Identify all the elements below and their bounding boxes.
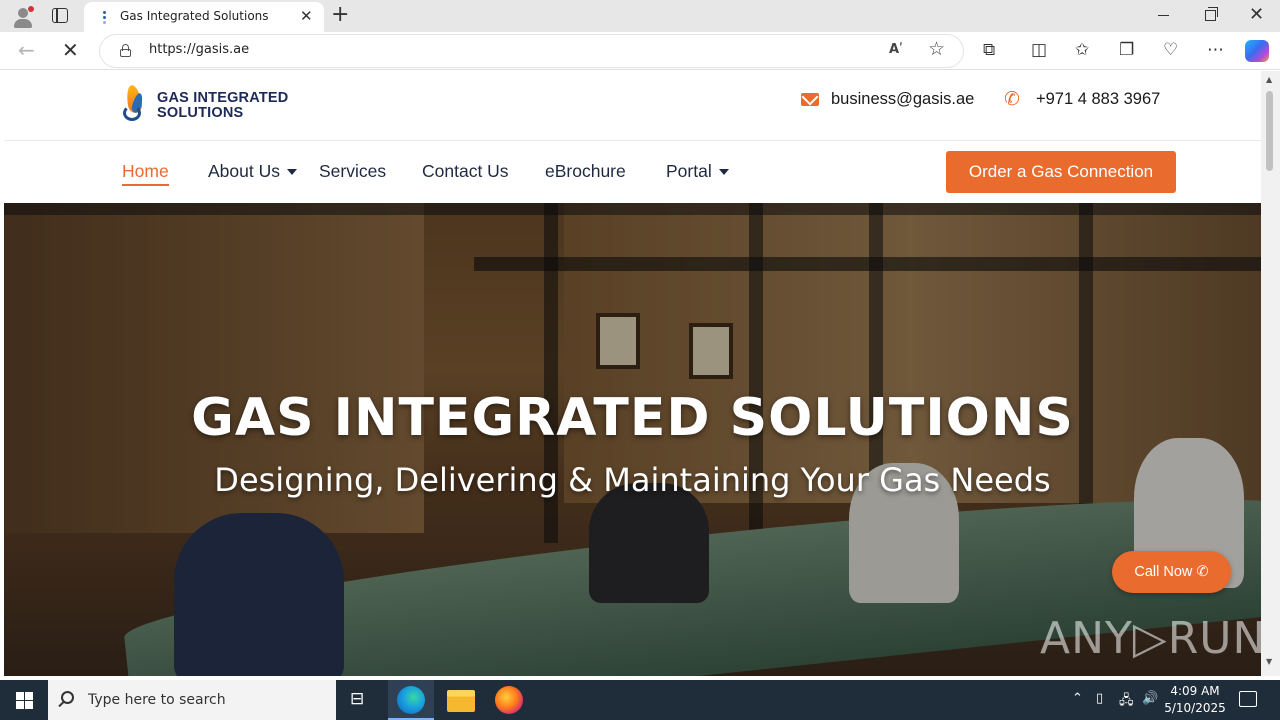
favorites-icon[interactable]: ✩ (1075, 40, 1089, 60)
tab-actions-icon[interactable] (52, 8, 68, 23)
notification-icon[interactable] (1239, 691, 1257, 707)
windows-start-icon[interactable] (16, 692, 33, 709)
chevron-down-icon (286, 169, 297, 176)
window-restore-button[interactable] (1205, 7, 1218, 21)
call-now-button[interactable]: Call Now ✆ (1112, 551, 1231, 593)
new-tab-button[interactable]: + (331, 3, 349, 27)
loading-spinner-icon (100, 11, 110, 24)
nav-ebrochure[interactable]: eBrochure (545, 161, 626, 182)
contact-email[interactable]: business@gasis.ae (831, 90, 974, 109)
edge-browser-icon[interactable] (397, 686, 425, 714)
browser-titlebar: Gas Integrated Solutions ✕ + ✕ (0, 0, 1280, 32)
envelope-icon (801, 93, 819, 106)
tab-title: Gas Integrated Solutions (120, 9, 269, 23)
search-placeholder: Type here to search (88, 692, 226, 708)
profile-icon[interactable] (12, 6, 34, 28)
more-menu-icon[interactable]: ⋯ (1207, 40, 1224, 60)
firefox-icon[interactable] (495, 686, 523, 714)
phone-icon: ✆ (1004, 88, 1020, 110)
logo-text[interactable]: GAS INTEGRATED SOLUTIONS (157, 91, 288, 121)
search-icon (61, 691, 74, 704)
nav-about-us[interactable]: About Us (208, 161, 297, 182)
nav-home[interactable]: Home (122, 161, 169, 186)
battery-icon[interactable]: ▯ (1096, 691, 1103, 706)
flame-logo-icon[interactable] (121, 83, 149, 125)
taskbar-search-input[interactable]: Type here to search (48, 680, 336, 720)
browser-toolbar: ← ✕ https://gasis.ae Aʹ ☆ ⧉ ◫ ✩ ❐ ♡ ⋯ (0, 32, 1280, 70)
volume-icon[interactable]: 🔊 (1142, 691, 1158, 706)
nav-contact-us[interactable]: Contact Us (422, 161, 509, 182)
copilot-icon[interactable] (1245, 40, 1269, 62)
browser-essentials-icon[interactable]: ♡ (1163, 40, 1178, 60)
anyrun-watermark: ANY▷RUN (1040, 613, 1261, 664)
back-button[interactable]: ← (18, 40, 35, 60)
page-scrollbar[interactable]: ▲ ▼ (1261, 71, 1280, 676)
page-viewport: GAS INTEGRATED SOLUTIONS business@gasis.… (4, 71, 1261, 676)
system-clock[interactable]: 4:09 AM 5/10/2025 (1160, 683, 1230, 717)
split-screen-icon[interactable]: ◫ (1031, 40, 1047, 60)
url-text[interactable]: https://gasis.ae (149, 42, 249, 57)
scroll-down-icon[interactable]: ▼ (1266, 657, 1272, 666)
favorite-star-icon[interactable]: ☆ (928, 39, 945, 59)
tab-close-icon[interactable]: ✕ (300, 7, 313, 25)
window-close-button[interactable]: ✕ (1249, 5, 1264, 25)
chevron-up-icon[interactable]: ⌃ (1072, 691, 1083, 706)
lock-icon[interactable] (120, 44, 131, 57)
phone-icon: ✆ (1196, 564, 1209, 580)
hero-subtitle: Designing, Delivering & Maintaining Your… (214, 461, 1051, 499)
file-explorer-icon[interactable] (447, 690, 475, 712)
scroll-thumb[interactable] (1266, 91, 1273, 171)
stop-loading-button[interactable]: ✕ (62, 39, 79, 61)
browser-tab-active[interactable]: Gas Integrated Solutions ✕ (84, 2, 324, 32)
collections-icon[interactable]: ❐ (1119, 40, 1134, 60)
task-view-icon[interactable]: ⊟ (350, 689, 364, 709)
nav-portal[interactable]: Portal (666, 161, 729, 182)
window-minimize-button[interactable] (1158, 15, 1169, 16)
site-header: GAS INTEGRATED SOLUTIONS business@gasis.… (4, 71, 1261, 141)
contact-phone[interactable]: +971 4 883 3967 (1036, 90, 1160, 109)
scroll-up-icon[interactable]: ▲ (1266, 75, 1272, 84)
windows-taskbar: Type here to search ⊟ ⌃ ▯ 🖧 🔊 4:09 AM 5/… (0, 680, 1280, 720)
nav-services[interactable]: Services (319, 161, 386, 182)
chevron-down-icon (718, 169, 729, 176)
hero-title: GAS INTEGRATED SOLUTIONS (191, 388, 1074, 448)
order-gas-connection-button[interactable]: Order a Gas Connection (946, 151, 1176, 193)
hero-banner: GAS INTEGRATED SOLUTIONS Designing, Deli… (4, 203, 1261, 676)
read-aloud-icon[interactable]: Aʹ (889, 42, 903, 57)
extensions-icon[interactable]: ⧉ (983, 40, 995, 60)
main-navigation: Home About Us Services Contact Us eBroch… (4, 141, 1261, 203)
network-icon[interactable]: 🖧 (1119, 691, 1134, 713)
